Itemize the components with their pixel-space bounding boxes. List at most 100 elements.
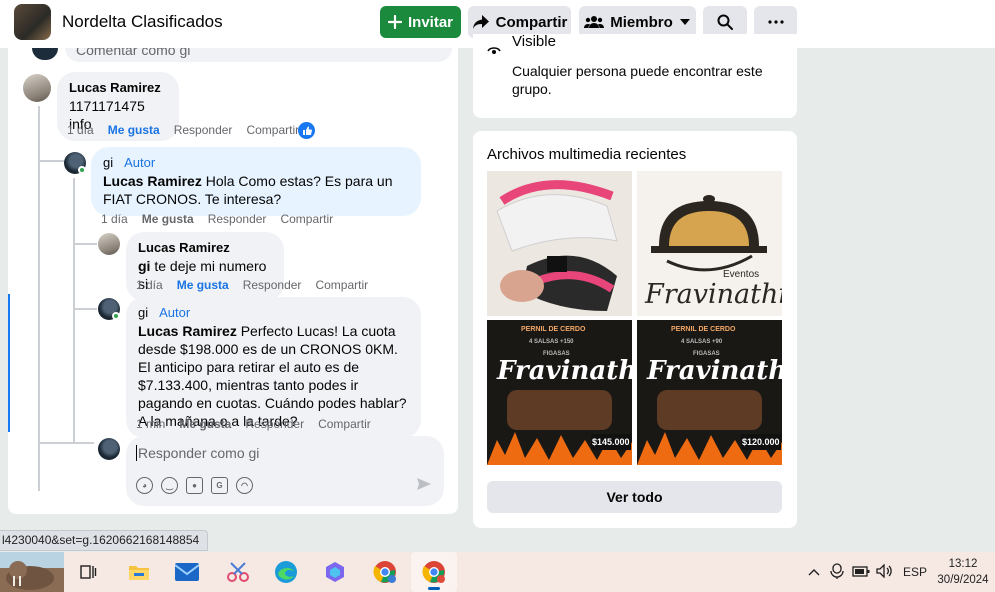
mail-icon[interactable]: [173, 558, 201, 586]
status-bar-url: l4230040&set=g.1620662168148854: [0, 530, 209, 551]
reply-input[interactable]: [136, 445, 426, 461]
media-grid: Eventos Fravinathi PERNIL DE CERDO 4 SAL…: [487, 171, 783, 466]
eye-icon: [487, 42, 501, 60]
avatar[interactable]: [98, 233, 120, 255]
menu-top-text: PERNIL DE CERDO: [671, 326, 736, 333]
thread-connector: [38, 155, 40, 491]
menu-top-text: PERNIL DE CERDO: [521, 326, 586, 333]
price-text: $145.000: [592, 437, 630, 447]
like-button[interactable]: Me gusta: [179, 417, 231, 431]
group-title[interactable]: Nordelta Clasificados: [62, 12, 223, 32]
taskbar: ESP 13:12 30/9/2024: [0, 552, 995, 592]
author-badge: Autor: [159, 305, 191, 320]
recent-media-card: Archivos multimedia recientes Eventos Fr…: [473, 131, 797, 528]
thread-branch: [38, 442, 94, 444]
reply-button[interactable]: Responder: [174, 123, 233, 137]
reply-composer: ◕ ‿ ● G ◠: [126, 436, 444, 506]
plus-icon: [387, 15, 402, 29]
invite-label: Invitar: [407, 13, 453, 31]
clock-date: 30/9/2024: [937, 574, 989, 586]
sticker-icon[interactable]: ◠: [236, 477, 253, 494]
share-comment-button[interactable]: Compartir: [246, 123, 299, 137]
comment-input[interactable]: Comentar como gi: [65, 48, 452, 62]
chrome-active-icon[interactable]: [411, 552, 457, 592]
author-badge: Autor: [124, 155, 156, 170]
invite-button[interactable]: Invitar: [380, 6, 461, 38]
meet-now-icon[interactable]: [830, 562, 844, 582]
price-text: $120.000: [742, 437, 780, 447]
like-button[interactable]: Me gusta: [177, 278, 229, 292]
comment-mention[interactable]: Lucas Ramirez: [103, 173, 202, 189]
comment-time[interactable]: 1 día: [136, 278, 163, 292]
comment-author[interactable]: Lucas Ramirez: [138, 240, 272, 256]
thread-line: [38, 106, 40, 156]
share-comment-button[interactable]: Compartir: [280, 212, 333, 226]
gif-icon[interactable]: G: [211, 477, 228, 494]
volume-icon[interactable]: [876, 562, 892, 581]
thread-line: [73, 178, 75, 444]
active-thread-indicator: [8, 294, 10, 432]
camera-icon[interactable]: ●: [186, 477, 203, 494]
comment-time[interactable]: 1 día: [101, 212, 128, 226]
comment-author[interactable]: Lucas Ramirez: [69, 80, 167, 96]
reply-button[interactable]: Responder: [208, 212, 267, 226]
chrome-profile-icon[interactable]: [371, 558, 399, 586]
share-comment-button[interactable]: Compartir: [318, 417, 371, 431]
comment-bubble: gi Autor Lucas Ramirez Hola Como estas? …: [91, 147, 421, 216]
task-view-icon[interactable]: [74, 558, 102, 586]
like-button[interactable]: Me gusta: [108, 123, 160, 137]
comment-actions: 1 día Me gusta Responder Compartir: [67, 123, 299, 137]
comment-time[interactable]: 1 min: [136, 417, 165, 431]
member-label: Miembro: [610, 13, 673, 31]
thread-branch: [73, 243, 97, 245]
reply-button[interactable]: Responder: [245, 417, 304, 431]
comment-author[interactable]: gi: [103, 155, 113, 171]
group-avatar[interactable]: [14, 4, 51, 40]
media-thumbnail[interactable]: [487, 171, 632, 316]
media-brand-text: Fravinathi: [645, 279, 782, 310]
caret-down-icon: [679, 18, 691, 26]
like-reaction-icon[interactable]: [298, 122, 315, 139]
battery-icon[interactable]: [852, 565, 870, 580]
people-icon: [584, 15, 605, 29]
media-thumbnail[interactable]: PERNIL DE CERDO 4 SALSAS +150 FIGASAS Fr…: [487, 320, 632, 465]
system-tray: ESP: [808, 552, 927, 592]
ellipsis-icon: [767, 20, 784, 24]
active-app-indicator: [428, 587, 440, 590]
language-indicator[interactable]: ESP: [903, 565, 927, 579]
user-avatar[interactable]: [98, 438, 120, 460]
copilot-icon[interactable]: [321, 558, 349, 586]
see-all-button[interactable]: Ver todo: [487, 481, 782, 513]
reply-button[interactable]: Responder: [243, 278, 302, 292]
media-brand-text: Fravinathi: [647, 356, 782, 386]
online-indicator: [78, 166, 86, 174]
file-explorer-icon[interactable]: [125, 558, 153, 586]
sneakers-photo: [487, 171, 632, 316]
system-clock[interactable]: 13:12 30/9/2024: [933, 556, 993, 588]
media-thumbnail[interactable]: Eventos Fravinathi: [637, 171, 782, 316]
widgets-weather-icon[interactable]: [0, 552, 64, 592]
comment-actions: 1 min Me gusta Responder Compartir: [136, 417, 371, 431]
user-avatar: [32, 48, 58, 60]
visibility-description: Cualquier persona puede encontrar este g…: [512, 63, 763, 97]
comment-actions: 1 día Me gusta Responder Compartir: [101, 212, 333, 226]
avatar-sticker-icon[interactable]: ◕: [136, 477, 153, 494]
snipping-tool-icon[interactable]: [224, 558, 252, 586]
avatar[interactable]: [23, 74, 51, 102]
visibility-title: Visible: [512, 33, 556, 50]
share-comment-button[interactable]: Compartir: [315, 278, 368, 292]
share-label: Compartir: [495, 13, 568, 31]
comment-mention[interactable]: Lucas Ramirez: [138, 323, 237, 339]
comments-panel: Comentar como gi Lucas Ramirez 117117147…: [8, 48, 458, 514]
comment-time[interactable]: 1 día: [67, 123, 94, 137]
edge-browser-icon[interactable]: [272, 558, 300, 586]
comment-actions: 1 día Me gusta Responder Compartir: [136, 278, 368, 292]
chevron-up-icon[interactable]: [808, 565, 820, 579]
media-thumbnail[interactable]: PERNIL DE CERDO 4 SALSAS +90 FIGASAS Fra…: [637, 320, 782, 465]
like-button[interactable]: Me gusta: [142, 212, 194, 226]
emoji-icon[interactable]: ‿: [161, 477, 178, 494]
comment-author[interactable]: gi: [138, 305, 148, 321]
about-visibility-card: Visible Cualquier persona puede encontra…: [473, 33, 797, 118]
comment-mention[interactable]: gi: [138, 258, 150, 274]
send-icon[interactable]: [416, 477, 432, 496]
